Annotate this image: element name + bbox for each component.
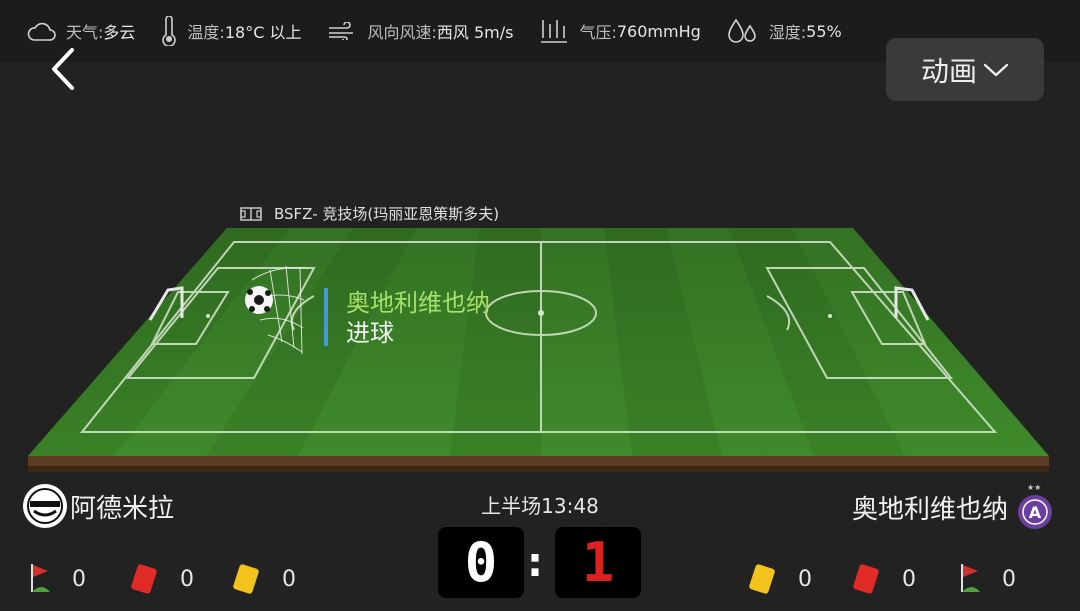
weather-condition-label: 天气: — [66, 23, 104, 42]
droplets-icon — [727, 18, 756, 43]
home-red-cards-count: 0 — [180, 566, 194, 592]
back-button[interactable] — [46, 46, 80, 92]
yellow-card-icon — [233, 564, 259, 594]
away-corners: 0 — [958, 562, 1016, 596]
event-card: 奥地利维也纳 进球 — [324, 288, 490, 347]
score-separator: : — [527, 540, 543, 586]
away-corners-count: 0 — [1002, 566, 1016, 592]
red-card-icon — [853, 564, 879, 594]
temperature-label: 温度: — [187, 23, 225, 42]
cloud-icon — [27, 22, 56, 41]
away-red-cards: 0 — [850, 562, 916, 596]
match-time: 上半场13:48 — [481, 494, 599, 518]
humidity-label: 湿度: — [768, 23, 807, 42]
home-corners-count: 0 — [72, 566, 86, 592]
event-team: 奥地利维也纳 — [346, 289, 490, 317]
weather-wind: 风向风速: 西风 5m/s — [327, 19, 513, 43]
wind-label: 风向风速: — [367, 23, 437, 42]
home-red-cards: 0 — [128, 562, 194, 596]
away-yellow-cards-count: 0 — [798, 566, 812, 592]
red-card-icon — [131, 564, 157, 594]
chevron-down-icon — [983, 63, 1009, 76]
venue: BSFZ- 竞技场(玛丽亚恩策斯多夫) — [240, 203, 499, 224]
pressure-label: 气压: — [579, 23, 617, 42]
yellow-card-icon — [749, 564, 775, 594]
humidity-value: 55% — [806, 21, 842, 41]
weather-temperature: 温度: 18°C 以上 — [161, 16, 301, 46]
wind-value: 西风 5m/s — [436, 23, 514, 42]
away-red-cards-count: 0 — [902, 566, 916, 592]
home-score: 0 — [438, 527, 524, 598]
home-corners: 0 — [28, 562, 86, 596]
corner-flag-icon — [961, 564, 980, 592]
weather-pressure: 气压: 760mmHg — [539, 18, 701, 44]
animation-dropdown[interactable]: 动画 — [886, 38, 1044, 101]
temperature-value: 18°C 以上 — [224, 23, 302, 42]
chevron-left-icon — [52, 48, 74, 90]
weather-humidity: 湿度: 55% — [727, 18, 842, 44]
corner-flag-icon — [31, 564, 50, 592]
away-yellow-cards: 0 — [746, 562, 812, 596]
weather-condition: 天气: 多云 — [26, 19, 135, 43]
pressure-icon — [541, 20, 568, 43]
event-type: 进球 — [346, 319, 394, 347]
home-yellow-cards: 0 — [230, 562, 296, 596]
animation-label: 动画 — [920, 54, 977, 88]
stadium-icon — [240, 206, 262, 221]
away-score: 1 — [555, 527, 641, 598]
venue-name: BSFZ- 竞技场(玛丽亚恩策斯多夫) — [274, 205, 500, 223]
home-yellow-cards-count: 0 — [282, 566, 296, 592]
weather-condition-value: 多云 — [103, 23, 136, 42]
thermometer-icon — [162, 16, 177, 46]
wind-icon — [329, 22, 354, 40]
pressure-value: 760mmHg — [616, 21, 701, 41]
